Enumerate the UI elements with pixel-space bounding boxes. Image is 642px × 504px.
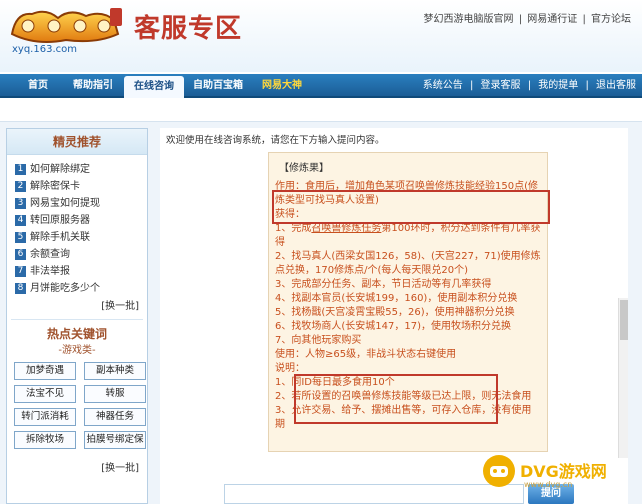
recommend-item[interactable]: 2 解除密保卡 [15, 178, 139, 195]
answer-line: 得 [275, 237, 285, 248]
top-link-divider: | [518, 14, 523, 25]
keyword-button[interactable]: 转门派消耗 [14, 408, 76, 426]
answer-line: 6、找牧场商人(长安城147，17)，使用牧场积分兑换 [275, 321, 511, 332]
item-number: 4 [15, 214, 26, 226]
nav-divider: | [469, 80, 474, 91]
top-links: 梦幻西游电脑版官网 | 网易通行证 | 官方论坛 [423, 10, 633, 25]
recommend-item[interactable]: 8 月饼能吃多少个 [15, 280, 139, 297]
answer-line: 1、完成召唤兽修炼任务第100环时，积分达到条件有几率获 [269, 222, 547, 236]
recommend-item[interactable]: 3 网易宝如何提现 [15, 195, 139, 212]
task-link[interactable]: 召唤兽修炼任务 [311, 223, 381, 234]
answer-line: 4、找副本官员(长安城199，160)，使用副本积分兑换 [275, 293, 518, 304]
sidebar-title: 精灵推荐 [7, 129, 147, 155]
recommend-item-label: 非法举报 [30, 266, 70, 277]
answer-line: 使用：人物≥65级，非战斗状态右键使用 [275, 349, 457, 360]
forum-link[interactable]: 官方论坛 [591, 14, 631, 25]
scroll-thumb[interactable] [620, 300, 628, 340]
logo-url-text: xyq.163.com [12, 44, 77, 55]
page: xyq.163.com 客服专区 梦幻西游电脑版官网 | 网易通行证 | 官方论… [0, 0, 642, 504]
item-number: 5 [15, 231, 26, 243]
item-number: 8 [15, 282, 26, 294]
welcome-message: 欢迎使用在线咨询系统，请您在下方输入提问内容。 [166, 135, 385, 146]
answer-line: 5、找杨戬(天宫凌霄宝殿55，26)，使用神器积分兑换 [275, 307, 515, 318]
nav-divider: | [585, 80, 589, 91]
keyword-button[interactable]: 拆除牧场 [14, 431, 76, 449]
keyword-category: -游戏类- [58, 345, 96, 356]
recommend-item-label: 余额查询 [30, 249, 70, 260]
sidebar: 精灵推荐 1 如何解除绑定 2 解除密保卡 3 网易宝如何提现 4 转回原服务器 5 解除… [6, 128, 148, 504]
recommend-item-label: 网易宝如何提现 [30, 198, 100, 209]
official-site-link[interactable]: 梦幻西游电脑版官网 [424, 14, 514, 25]
item-number: 6 [15, 248, 26, 260]
chat-panel: 欢迎使用在线咨询系统，请您在下方输入提问内容。 【修炼果】 作用：食用后，增加角… [160, 128, 628, 504]
main-nav: 首页 帮助指引 在线咨询 自助百宝箱 网易大神 系统公告 | 登录客服 | 我的… [0, 74, 642, 98]
page-title: 客服专区 [134, 14, 243, 44]
recommend-item-label: 解除密保卡 [30, 181, 80, 192]
recommend-item-label: 解除手机关联 [30, 232, 90, 243]
game-logo[interactable] [6, 4, 126, 48]
recommend-item-label: 月饼能吃多少个 [30, 283, 100, 294]
watermark-url: www.dvg.cn [524, 480, 573, 489]
recommend-item[interactable]: 4 转回原服务器 [15, 212, 139, 229]
nav-home[interactable]: 首页 [10, 74, 66, 98]
answer-text: 第100环时，积分达到条件有几率获 [381, 223, 541, 234]
nav-divider: | [527, 80, 532, 91]
hot-keywords-title: 热点关键词 [46, 327, 107, 341]
keyword-button[interactable]: 拍膜号绑定保 [84, 431, 146, 449]
refresh-recommend-link[interactable]: [换一批] [7, 299, 147, 315]
nav-help[interactable]: 帮助指引 [64, 74, 122, 98]
item-number: 3 [15, 197, 26, 209]
divider [11, 319, 143, 320]
system-notice-link[interactable]: 系统公告 [423, 80, 463, 91]
nav-self-service[interactable]: 自助百宝箱 [186, 74, 250, 98]
keyword-button[interactable]: 法宝不见 [14, 385, 76, 403]
header: xyq.163.com 客服专区 梦幻西游电脑版官网 | 网易通行证 | 官方论… [0, 0, 642, 72]
recommend-list: 1 如何解除绑定 2 解除密保卡 3 网易宝如何提现 4 转回原服务器 5 解除手机关联 … [7, 155, 147, 299]
sub-bar [0, 100, 642, 122]
recommend-item-label: 如何解除绑定 [30, 164, 90, 175]
recommend-item[interactable]: 5 解除手机关联 [15, 229, 139, 246]
question-input[interactable] [224, 484, 524, 504]
nav-online-consult[interactable]: 在线咨询 [124, 76, 184, 98]
highlight-box [294, 374, 498, 424]
recommend-item[interactable]: 6 余额查询 [15, 246, 139, 263]
my-tickets-link[interactable]: 我的提单 [538, 80, 578, 91]
answer-line: 7、向其他玩家购买 [275, 335, 362, 346]
answer-line: 点兑换，170修炼点/个(每人每天限兑20个) [275, 265, 468, 276]
nav-netease-dashen[interactable]: 网易大神 [252, 74, 312, 98]
refresh-keywords-link[interactable]: [换一批] [7, 461, 147, 477]
gamepad-icon [483, 455, 515, 487]
item-number: 2 [15, 180, 26, 192]
recommend-item-label: 转回原服务器 [30, 215, 90, 226]
login-service-link[interactable]: 登录客服 [481, 80, 521, 91]
chat-scrollbar[interactable] [618, 298, 628, 458]
recommend-item[interactable]: 1 如何解除绑定 [15, 161, 139, 178]
keyword-button[interactable]: 神器任务 [84, 408, 146, 426]
keyword-button[interactable]: 加梦奇遇 [14, 362, 76, 380]
answer-text: 1、完成 [275, 223, 312, 234]
item-number: 1 [15, 163, 26, 175]
highlight-box [272, 190, 550, 224]
recommend-item[interactable]: 7 非法举报 [15, 263, 139, 280]
item-number: 7 [15, 265, 26, 277]
watermark-text: DVG游戏网 [520, 462, 607, 481]
logout-link[interactable]: 退出客服 [596, 80, 636, 91]
keyword-button[interactable]: 副本种类 [84, 362, 146, 380]
keyword-button[interactable]: 转服 [84, 385, 146, 403]
answer-line: 2、找马真人(西梁女国126，58)、(天宫227，71)使用修炼 [275, 251, 541, 262]
passport-link[interactable]: 网易通行证 [527, 14, 577, 25]
answer-title: 【修炼果】 [279, 163, 329, 174]
keyword-grid: 加梦奇遇 副本种类 法宝不见 转服 转门派消耗 神器任务 拆除牧场 拍膜号绑定保 [7, 358, 147, 449]
answer-line: 3、完成部分任务、副本，节日活动等有几率获得 [275, 279, 492, 290]
watermark: DVG游戏网 www.dvg.cn [480, 452, 630, 489]
top-link-divider: | [582, 14, 586, 25]
nav-right-links: 系统公告 | 登录客服 | 我的提单 | 退出客服 [421, 74, 638, 98]
